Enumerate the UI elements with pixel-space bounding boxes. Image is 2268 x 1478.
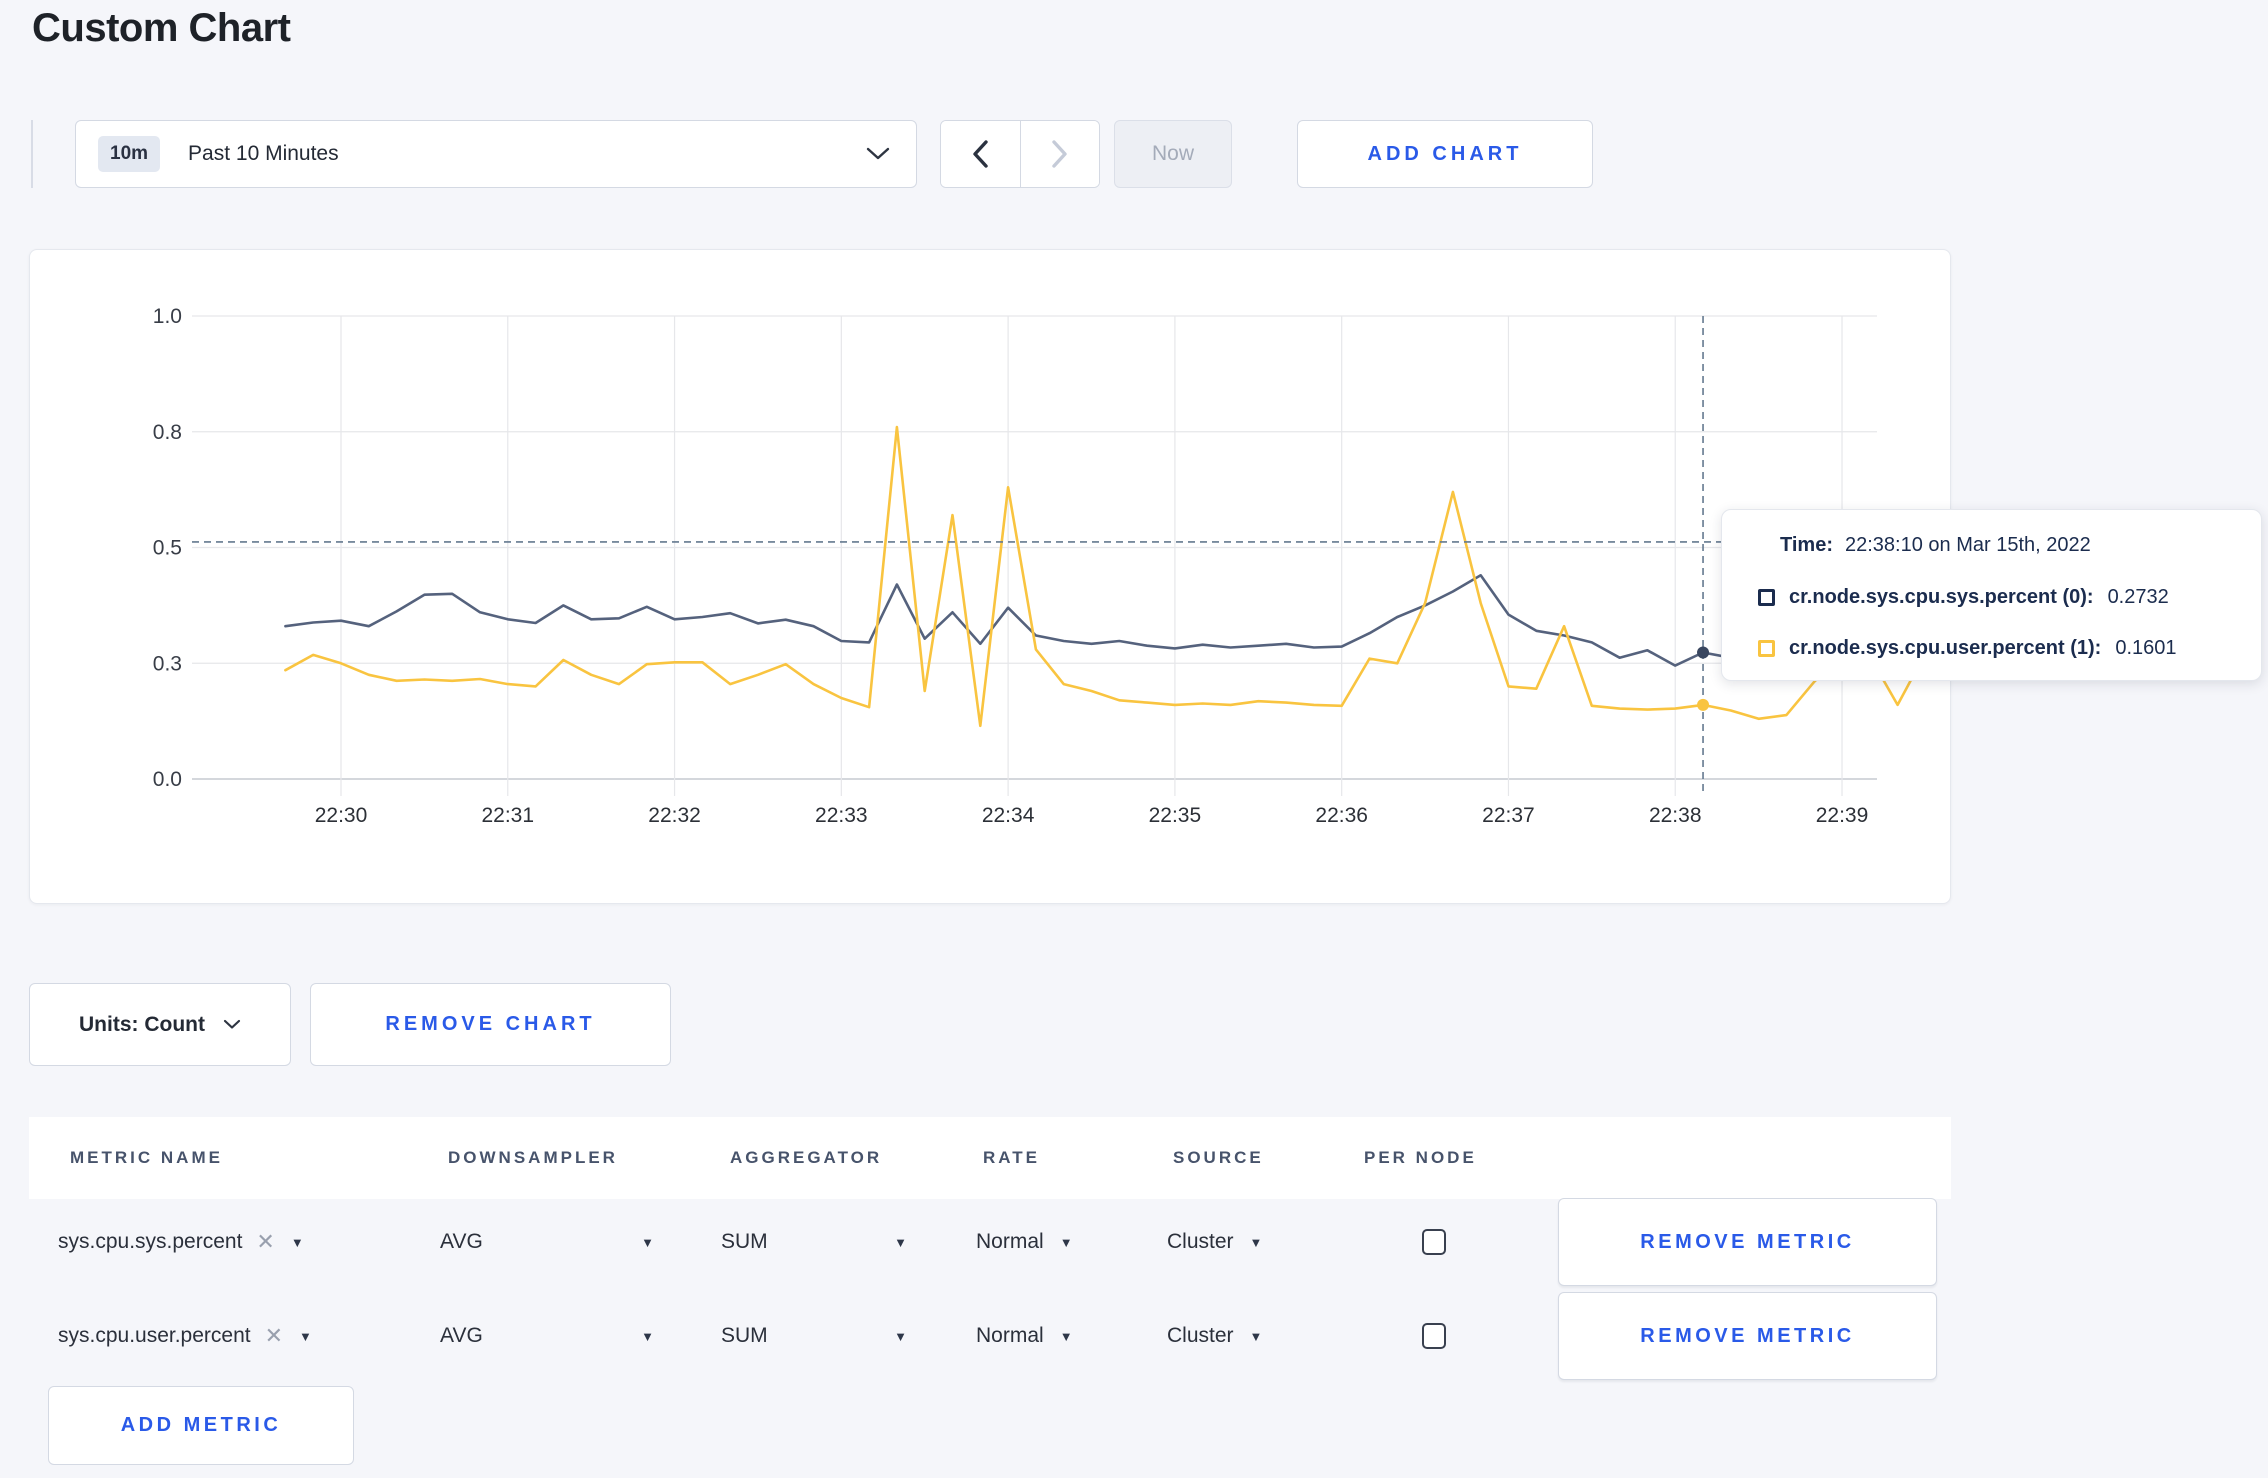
svg-text:1.0: 1.0 — [153, 305, 182, 328]
chevron-down-icon — [866, 147, 890, 161]
col-header-aggregator: AGGREGATOR — [730, 1148, 883, 1167]
col-header-source: SOURCE — [1173, 1148, 1264, 1167]
timeseries-chart[interactable]: 0.0 0.3 0.5 0.8 1.0 22:30 22:31 22:32 22:33 22:34… — [30, 250, 1952, 905]
aggregator-select[interactable]: SUM — [721, 1230, 768, 1254]
rate-select[interactable]: Normal — [976, 1230, 1044, 1254]
svg-text:0.3: 0.3 — [153, 652, 182, 675]
tooltip-series-label: cr.node.sys.cpu.user.percent (1): — [1789, 637, 2102, 659]
aggregator-select[interactable]: SUM — [721, 1324, 768, 1348]
tooltip-series-value: 0.1601 — [2115, 637, 2177, 659]
remove-chart-button[interactable]: REMOVE CHART — [310, 983, 671, 1066]
col-header-rate: RATE — [983, 1148, 1041, 1167]
downsampler-select[interactable]: AVG — [440, 1230, 483, 1254]
caret-down-icon: ▼ — [641, 1328, 654, 1344]
remove-metric-button[interactable]: REMOVE METRIC — [1558, 1292, 1937, 1380]
per-node-checkbox[interactable] — [1422, 1323, 1446, 1349]
svg-text:22:39: 22:39 — [1816, 804, 1869, 827]
prev-time-button[interactable] — [941, 121, 1020, 187]
chevron-down-icon — [223, 1019, 241, 1030]
svg-text:0.0: 0.0 — [153, 768, 182, 791]
series-swatch-icon — [1758, 640, 1775, 657]
svg-text:22:37: 22:37 — [1482, 804, 1535, 827]
metrics-table-header: METRIC NAME DOWNSAMPLER AGGREGATOR RATE … — [29, 1117, 1951, 1199]
units-label: Units: Count — [79, 1012, 205, 1036]
source-select[interactable]: Cluster — [1167, 1230, 1234, 1254]
svg-text:22:30: 22:30 — [315, 804, 368, 827]
caret-down-icon[interactable]: ▼ — [299, 1329, 312, 1344]
caret-down-icon: ▼ — [894, 1234, 907, 1250]
caret-down-icon[interactable]: ▼ — [291, 1235, 304, 1250]
svg-text:22:38: 22:38 — [1649, 804, 1702, 827]
source-select[interactable]: Cluster — [1167, 1324, 1234, 1348]
svg-text:22:35: 22:35 — [1149, 804, 1202, 827]
tooltip-series-label: cr.node.sys.cpu.sys.percent (0): — [1789, 585, 2094, 608]
toolbar-left-rule — [31, 120, 33, 188]
add-metric-button[interactable]: ADD METRIC — [48, 1386, 354, 1465]
tooltip-time-row: Time: 22:38:10 on Mar 15th, 2022 — [1758, 534, 2237, 557]
rate-select[interactable]: Normal — [976, 1324, 1044, 1348]
remove-metric-button[interactable]: REMOVE METRIC — [1558, 1198, 1937, 1286]
caret-down-icon: ▼ — [641, 1234, 654, 1250]
col-header-metric-name: METRIC NAME — [70, 1148, 223, 1167]
page-title: Custom Chart — [32, 6, 291, 50]
svg-text:22:34: 22:34 — [982, 804, 1035, 827]
caret-down-icon: ▼ — [1249, 1234, 1263, 1250]
col-header-downsampler: DOWNSAMPLER — [448, 1148, 618, 1167]
units-select[interactable]: Units: Count — [29, 983, 291, 1066]
clear-metric-icon[interactable]: ✕ — [265, 1323, 283, 1349]
metric-name-value[interactable]: sys.cpu.user.percent — [58, 1324, 251, 1348]
tooltip-series-value: 0.2732 — [2107, 585, 2169, 608]
svg-text:0.8: 0.8 — [153, 421, 182, 444]
svg-text:22:36: 22:36 — [1315, 804, 1368, 827]
metric-row: sys.cpu.user.percent ✕ ▼ AVG ▼ SUM ▼ Nor… — [29, 1292, 1951, 1380]
metric-row: sys.cpu.sys.percent ✕ ▼ AVG ▼ SUM ▼ Norm… — [29, 1198, 1951, 1286]
svg-text:22:31: 22:31 — [481, 804, 534, 827]
time-nav-group — [940, 120, 1100, 188]
clear-metric-icon[interactable]: ✕ — [256, 1229, 274, 1255]
series-swatch-icon — [1758, 588, 1775, 606]
now-button[interactable]: Now — [1114, 120, 1232, 188]
add-chart-button[interactable]: ADD CHART — [1297, 120, 1593, 188]
svg-text:22:33: 22:33 — [815, 804, 868, 827]
tooltip-time-value: 22:38:10 on Mar 15th, 2022 — [1844, 534, 2091, 556]
svg-text:22:32: 22:32 — [648, 804, 701, 827]
chart-card: 0.0 0.3 0.5 0.8 1.0 22:30 22:31 22:32 22:33 22:34… — [29, 249, 1951, 904]
time-range-label: Past 10 Minutes — [188, 142, 339, 165]
chevron-left-icon — [971, 139, 989, 169]
tooltip-series-row: cr.node.sys.cpu.user.percent (1): 0.1601 — [1758, 637, 2237, 660]
caret-down-icon: ▼ — [1249, 1328, 1263, 1344]
caret-down-icon: ▼ — [894, 1328, 907, 1344]
caret-down-icon: ▼ — [1059, 1328, 1073, 1344]
col-header-per-node: PER NODE — [1364, 1148, 1477, 1167]
caret-down-icon: ▼ — [1059, 1234, 1073, 1250]
svg-text:0.5: 0.5 — [153, 537, 182, 560]
downsampler-select[interactable]: AVG — [440, 1324, 483, 1348]
time-range-select[interactable]: 10m Past 10 Minutes — [75, 120, 917, 188]
tooltip-time-label: Time: — [1780, 534, 1833, 556]
time-range-badge: 10m — [98, 136, 161, 172]
next-time-button[interactable] — [1019, 121, 1099, 187]
per-node-checkbox[interactable] — [1422, 1229, 1446, 1255]
metric-name-value[interactable]: sys.cpu.sys.percent — [58, 1230, 242, 1254]
chart-hover-tooltip: Time: 22:38:10 on Mar 15th, 2022 cr.node… — [1721, 509, 2262, 681]
tooltip-series-row: cr.node.sys.cpu.sys.percent (0): 0.2732 — [1758, 586, 2237, 609]
chevron-right-icon — [1051, 139, 1069, 169]
